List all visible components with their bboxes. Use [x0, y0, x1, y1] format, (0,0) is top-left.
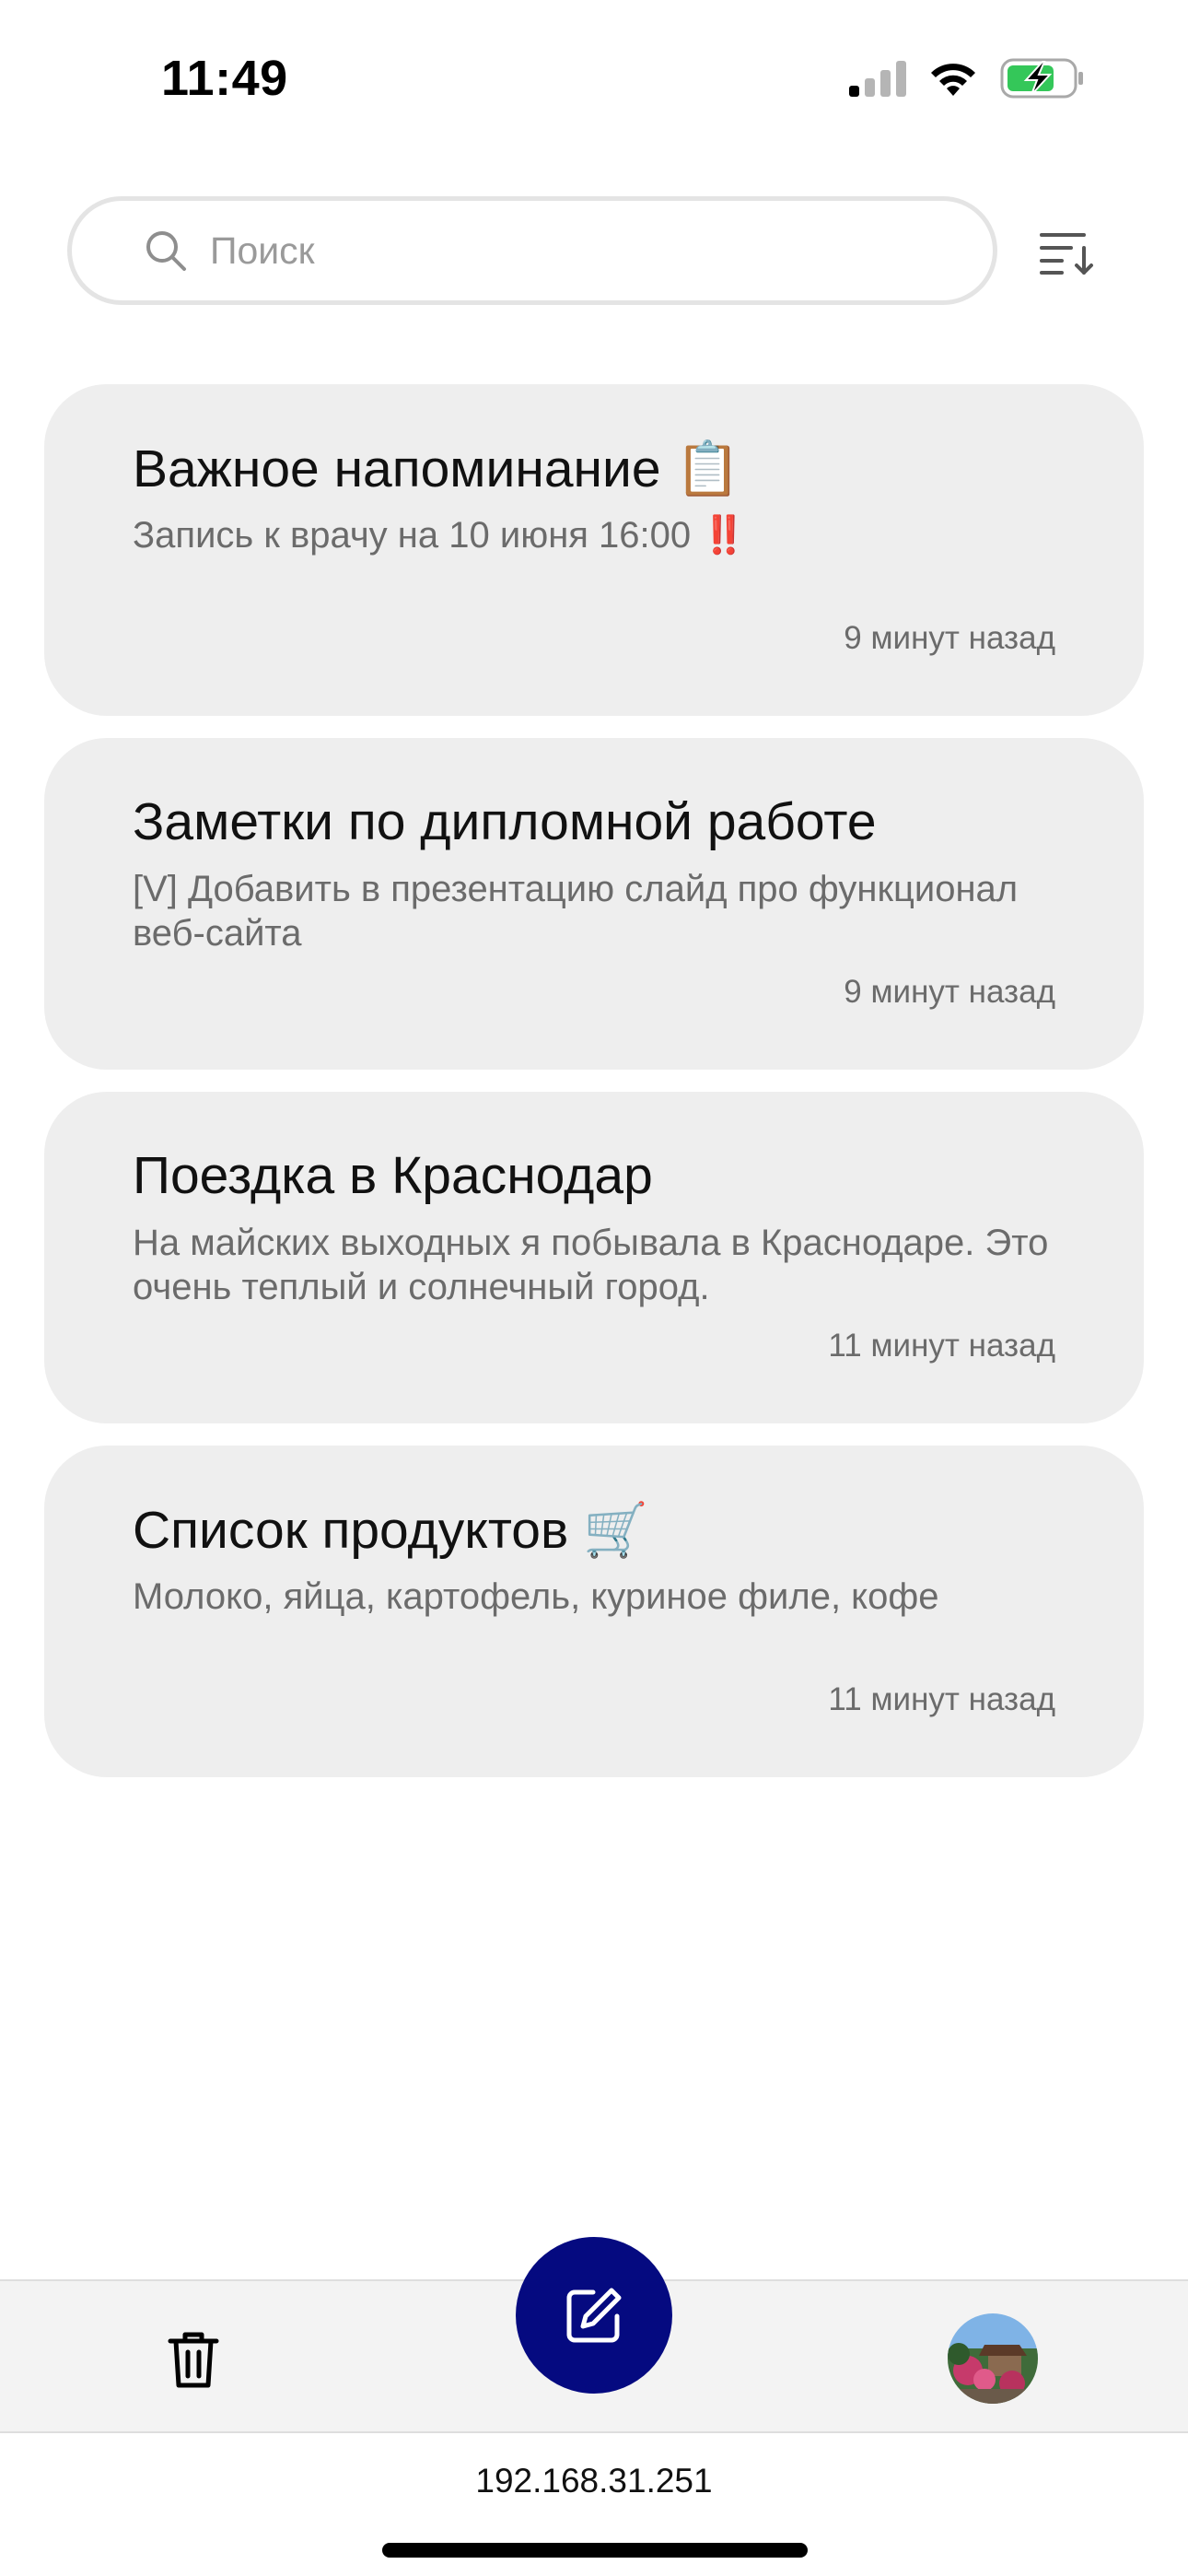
note-preview: Молоко, яйца, картофель, куриное филе, к…	[133, 1576, 939, 1617]
note-timestamp: 11 минут назад	[828, 1681, 1055, 1717]
trash-icon	[168, 2330, 219, 2389]
delete-button[interactable]	[166, 2329, 221, 2390]
note-preview: Запись к врачу на 10 июня 16:00 ‼️	[133, 515, 748, 556]
compose-icon	[565, 2287, 623, 2344]
search-icon	[144, 228, 188, 273]
status-time: 11:49	[161, 51, 288, 106]
battery-charging-icon	[1000, 58, 1085, 99]
status-icons	[849, 57, 1085, 100]
home-indicator[interactable]	[382, 2543, 808, 2558]
sort-button[interactable]	[1037, 225, 1098, 280]
note-card[interactable]: Список продуктов 🛒 Молоко, яйца, картофе…	[44, 1446, 1144, 1777]
note-timestamp: 11 минут назад	[828, 1328, 1055, 1364]
note-title: Важное напоминание 📋	[133, 439, 741, 498]
search-bar[interactable]	[67, 196, 997, 305]
note-card[interactable]: Поездка в Краснодар На майских выходных …	[44, 1092, 1144, 1423]
wifi-icon	[926, 59, 980, 98]
note-card[interactable]: Важное напоминание 📋 Запись к врачу на 1…	[44, 384, 1144, 716]
note-title: Список продуктов 🛒	[133, 1501, 649, 1560]
note-timestamp: 9 минут назад	[844, 974, 1055, 1010]
note-timestamp: 9 минут назад	[844, 620, 1055, 656]
note-preview: [V] Добавить в презентацию слайд про фун…	[133, 869, 1019, 954]
note-card[interactable]: Заметки по дипломной работе [V] Добавить…	[44, 738, 1144, 1070]
cellular-signal-icon	[849, 60, 906, 97]
search-input[interactable]	[208, 228, 930, 274]
notes-list: Важное напоминание 📋 Запись к врачу на 1…	[44, 384, 1144, 1799]
note-title: Поездка в Краснодар	[133, 1146, 653, 1205]
avatar[interactable]	[948, 2313, 1038, 2404]
note-preview: На майских выходных я побывала в Краснод…	[133, 1223, 1049, 1307]
new-note-button[interactable]	[516, 2237, 672, 2394]
sort-icon	[1040, 229, 1095, 275]
note-title: Заметки по дипломной работе	[133, 792, 877, 851]
url-text: 192.168.31.251	[475, 2462, 713, 2500]
